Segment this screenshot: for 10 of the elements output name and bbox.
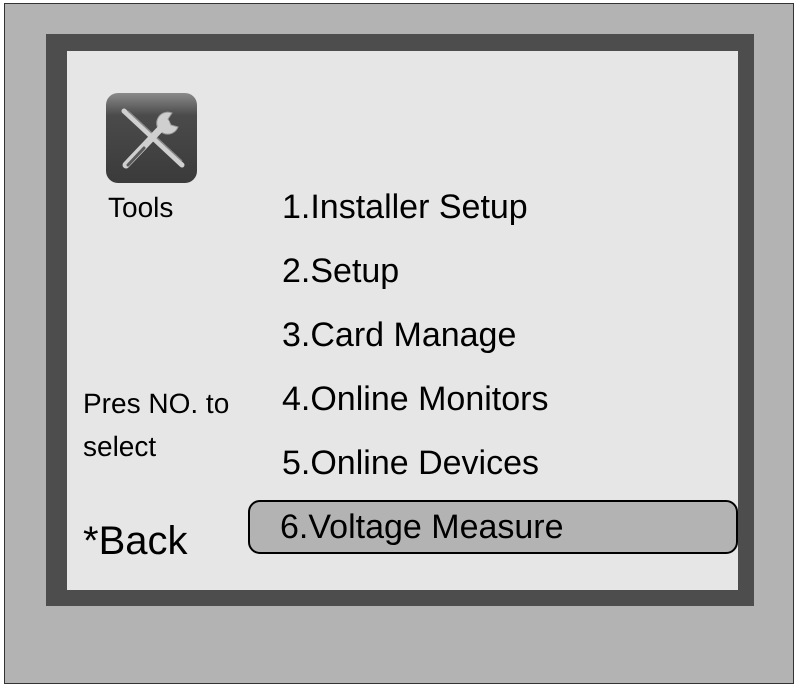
- menu-item[interactable]: 6.Voltage Measure: [248, 500, 738, 554]
- menu-item[interactable]: 3.Card Manage: [248, 308, 738, 362]
- tools-icon: [106, 93, 197, 183]
- menu-item[interactable]: 5.Online Devices: [248, 436, 738, 490]
- screen-title: Tools: [108, 192, 174, 224]
- menu-item[interactable]: 1.Installer Setup: [248, 180, 738, 234]
- menu-item[interactable]: 2.Setup: [248, 244, 738, 298]
- menu-item[interactable]: 4.Online Monitors: [248, 372, 738, 426]
- hint-text: Pres NO. to select: [83, 387, 230, 464]
- back-option[interactable]: *Back: [83, 517, 248, 565]
